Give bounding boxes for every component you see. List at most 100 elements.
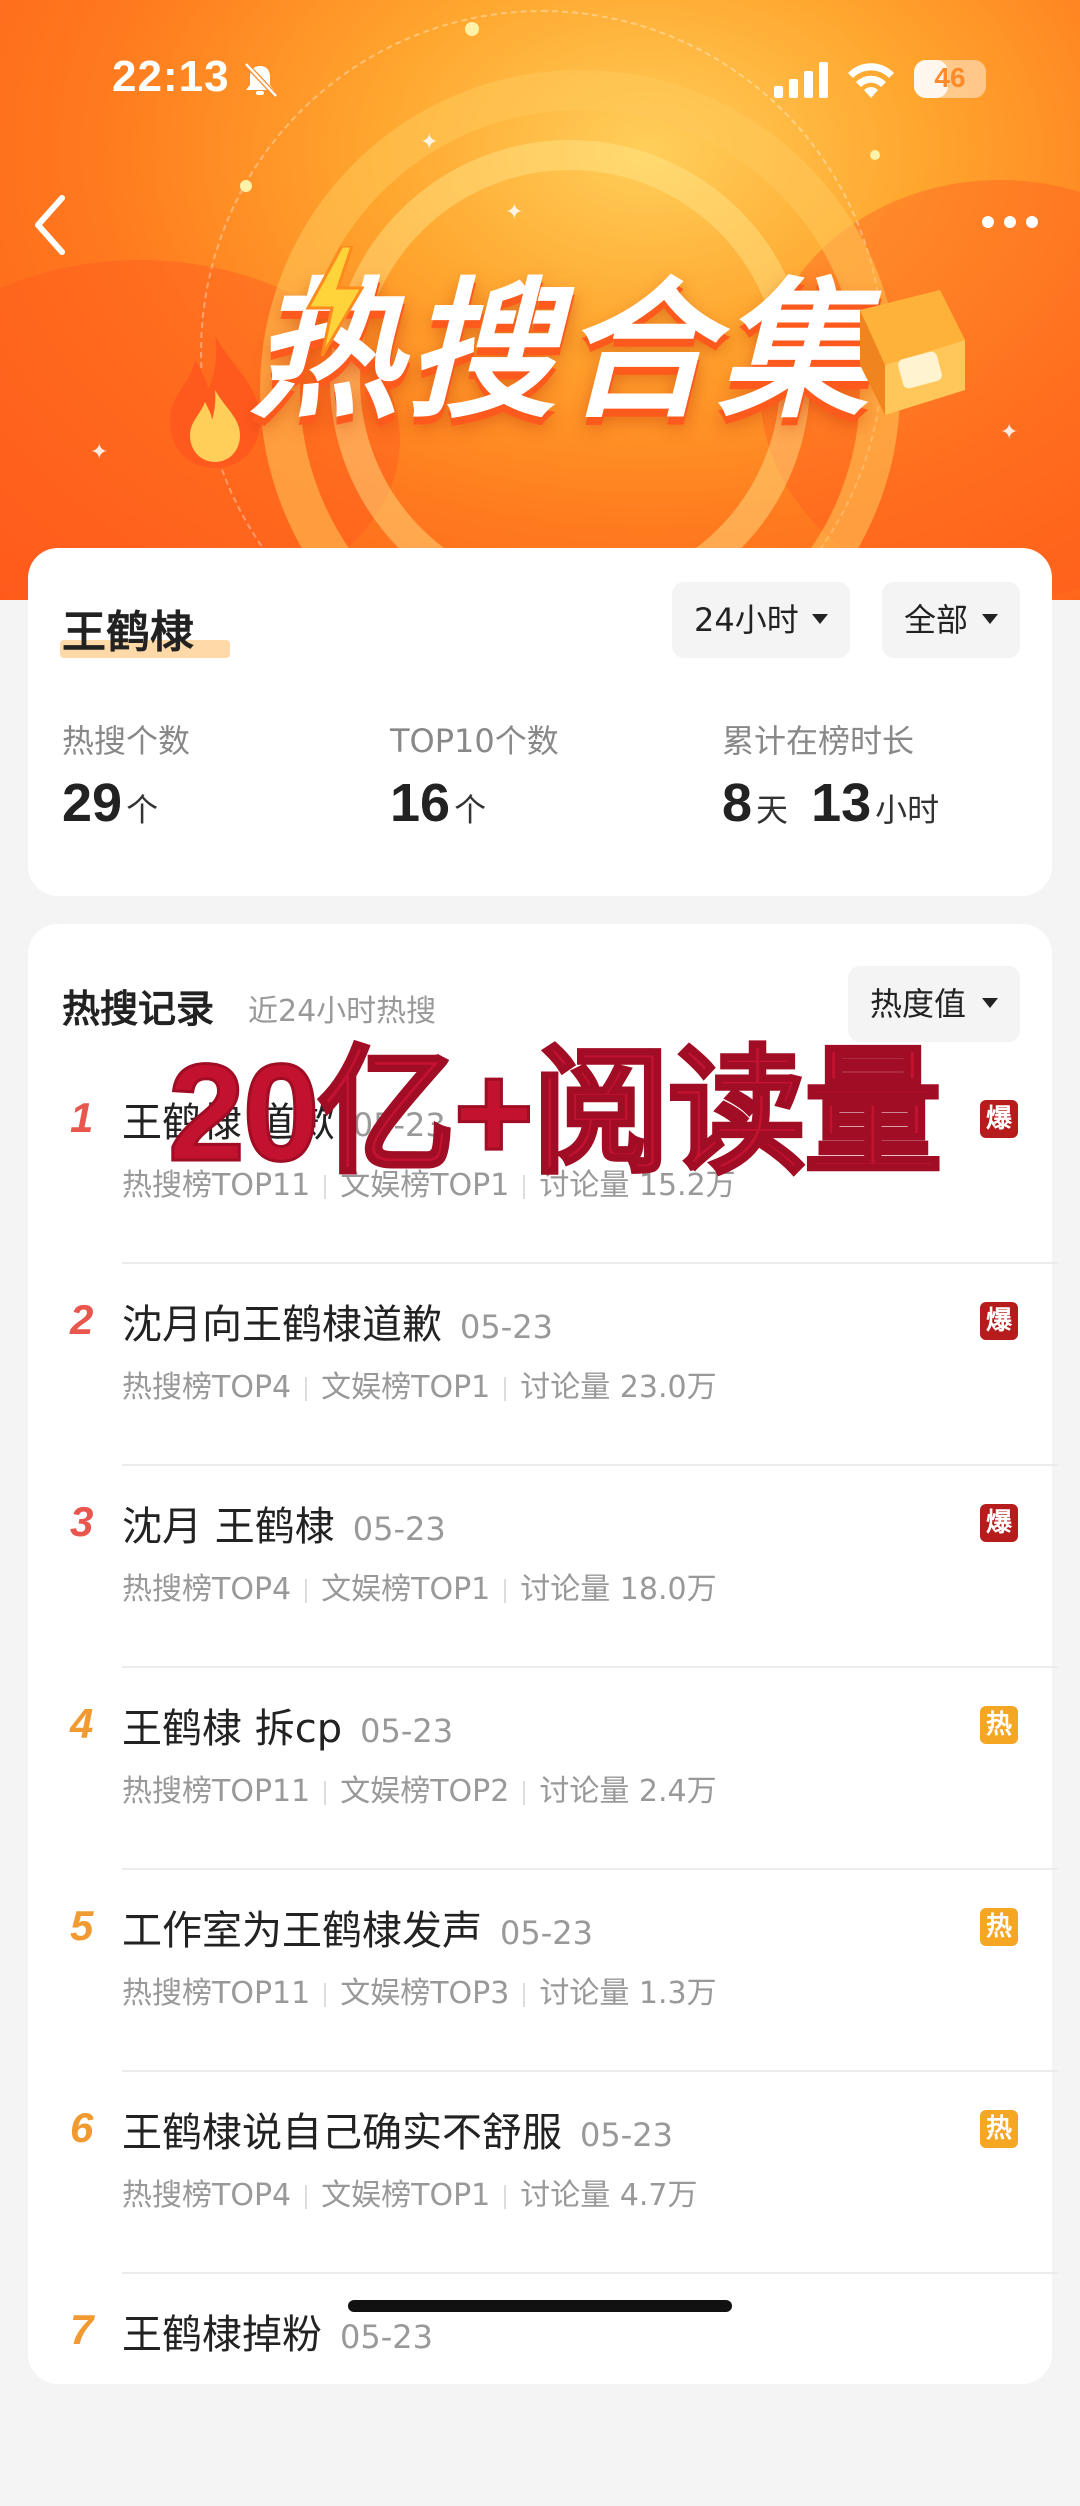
item-date: 05-23 xyxy=(580,2116,673,2154)
rank-number: 7 xyxy=(70,2306,94,2353)
banner-dot xyxy=(465,22,479,36)
stat-value: 8天 13 小时 xyxy=(722,773,940,833)
row-divider xyxy=(122,1868,1058,1870)
summary-card: 王鹤棣 24小时 全部 热搜个数 29 个 TOP10个数 16 个 累计在榜时长 … xyxy=(28,548,1052,896)
battery-level: 46 xyxy=(934,62,966,93)
meta-field: 讨论量 23.0万 xyxy=(520,1370,717,1405)
list-item[interactable]: 3 沈月 王鹤棣 05-23 热搜榜TOP4 文娱榜TOP1 讨论量 18.0万 爆 xyxy=(28,1498,1058,1698)
overlay-caption: 20亿+阅读量 xyxy=(166,1035,943,1192)
rank-number: 6 xyxy=(70,2104,94,2151)
sparkle-icon: ✦ xyxy=(505,200,524,225)
meta-separator xyxy=(523,1780,526,1805)
meta-field: 文娱榜TOP1 xyxy=(321,2178,491,2213)
item-title: 王鹤棣说自己确实不舒服 05-23 xyxy=(122,2110,673,2156)
list-item[interactable]: 6 王鹤棣说自己确实不舒服 05-23 热搜榜TOP4 文娱榜TOP1 讨论量 4.7万 热 xyxy=(28,2104,1058,2304)
meta-separator xyxy=(523,1982,526,2007)
time-range-dropdown[interactable]: 24小时 xyxy=(672,582,850,658)
meta-field: 文娱榜TOP2 xyxy=(340,1774,510,1809)
meta-field: 热搜榜TOP4 xyxy=(122,1370,292,1405)
list-item[interactable]: 4 王鹤棣 拆cp 05-23 热搜榜TOP11 文娱榜TOP2 讨论量 2.4万 热 xyxy=(28,1700,1058,1900)
wifi-icon xyxy=(848,63,894,98)
meta-field: 文娱榜TOP3 xyxy=(340,1976,510,2011)
caret-down-icon xyxy=(982,998,998,1008)
stat-value: 16 个 xyxy=(390,773,487,833)
boom-badge: 爆 xyxy=(980,1100,1018,1138)
home-indicator[interactable] xyxy=(348,2300,732,2312)
meta-field: 热搜榜TOP4 xyxy=(122,1572,292,1607)
hot-badge: 热 xyxy=(980,1706,1018,1744)
item-date: 05-23 xyxy=(340,2318,433,2356)
stat-label: 累计在榜时长 xyxy=(722,722,915,760)
meta-separator xyxy=(324,1982,327,2007)
stat-value: 29 个 xyxy=(62,773,159,833)
boom-badge: 爆 xyxy=(980,1504,1018,1542)
more-options-icon[interactable] xyxy=(980,210,1040,234)
sparkle-icon: ✦ xyxy=(420,130,439,155)
item-meta: 热搜榜TOP11 文娱榜TOP2 讨论量 2.4万 xyxy=(122,1766,717,1810)
item-meta: 热搜榜TOP4 文娱榜TOP1 讨论量 4.7万 xyxy=(122,2170,698,2214)
meta-field: 讨论量 1.3万 xyxy=(539,1976,717,2011)
meta-field: 热搜榜TOP11 xyxy=(122,1976,311,2011)
hot-badge: 热 xyxy=(980,2110,1018,2148)
list-item[interactable]: 5 工作室为王鹤棣发声 05-23 热搜榜TOP11 文娱榜TOP3 讨论量 1.3万 热 xyxy=(28,1902,1058,2102)
bell-muted-icon xyxy=(244,62,278,98)
meta-separator xyxy=(504,1578,507,1603)
meta-separator xyxy=(305,2184,308,2209)
item-meta: 热搜榜TOP4 文娱榜TOP1 讨论量 18.0万 xyxy=(122,1564,717,1608)
stat-label: TOP10个数 xyxy=(390,722,559,760)
item-meta: 热搜榜TOP11 文娱榜TOP3 讨论量 1.3万 xyxy=(122,1968,717,2012)
item-date: 05-23 xyxy=(352,1510,446,1548)
rank-number: 1 xyxy=(70,1094,94,1141)
battery-icon: 46 xyxy=(914,60,986,98)
row-divider xyxy=(122,1262,1058,1264)
signal-icon xyxy=(774,62,828,98)
hot-badge: 热 xyxy=(980,1908,1018,1946)
list-item[interactable]: 2 沈月向王鹤棣道歉 05-23 热搜榜TOP4 文娱榜TOP1 讨论量 23.0万 爆 xyxy=(28,1296,1058,1496)
item-title: 沈月向王鹤棣道歉 05-23 xyxy=(122,1302,553,1348)
time-range-label: 24小时 xyxy=(694,601,799,639)
meta-separator xyxy=(305,1376,308,1401)
item-date: 05-23 xyxy=(460,1308,553,1346)
rank-number: 4 xyxy=(70,1700,94,1747)
row-divider xyxy=(122,2272,1058,2274)
lightning-bolt-icon xyxy=(305,246,365,356)
header-banner: ✦ ✦ ✦ ✦ 22:13 46 热搜合集 xyxy=(0,0,1080,600)
rank-number: 5 xyxy=(70,1902,94,1949)
row-divider xyxy=(122,2070,1058,2072)
gift-box-icon xyxy=(860,290,965,415)
meta-field: 热搜榜TOP11 xyxy=(122,1774,311,1809)
scope-dropdown[interactable]: 全部 xyxy=(882,582,1020,658)
banner-dot xyxy=(240,180,252,192)
meta-field: 文娱榜TOP1 xyxy=(321,1572,491,1607)
item-title: 沈月 王鹤棣 05-23 xyxy=(122,1504,446,1550)
row-divider xyxy=(122,1666,1058,1668)
caret-down-icon xyxy=(982,614,998,624)
scope-label: 全部 xyxy=(904,601,969,639)
meta-separator xyxy=(504,1376,507,1401)
meta-field: 文娱榜TOP1 xyxy=(321,1370,491,1405)
back-arrow-icon[interactable] xyxy=(30,190,70,260)
item-date: 05-23 xyxy=(500,1914,593,1952)
rank-number: 3 xyxy=(70,1498,94,1545)
meta-separator xyxy=(305,1578,308,1603)
item-meta: 热搜榜TOP4 文娱榜TOP1 讨论量 23.0万 xyxy=(122,1362,717,1406)
meta-field: 讨论量 2.4万 xyxy=(539,1774,717,1809)
banner-dot xyxy=(870,150,880,160)
status-bar: 22:13 46 xyxy=(0,40,1080,120)
rank-number: 2 xyxy=(70,1296,94,1343)
meta-field: 热搜榜TOP4 xyxy=(122,2178,292,2213)
caret-down-icon xyxy=(812,614,828,624)
item-date: 05-23 xyxy=(360,1712,454,1750)
list-item[interactable]: 7 王鹤棣掉粉 05-23 xyxy=(28,2306,1052,2506)
item-title: 王鹤棣 拆cp 05-23 xyxy=(122,1706,454,1752)
sparkle-icon: ✦ xyxy=(90,440,109,465)
meta-separator xyxy=(504,2184,507,2209)
stat-label: 热搜个数 xyxy=(62,722,191,760)
item-title: 工作室为王鹤棣发声 05-23 xyxy=(122,1908,593,1954)
celebrity-name: 王鹤棣 xyxy=(62,607,194,658)
row-divider xyxy=(122,1464,1058,1466)
meta-separator xyxy=(324,1780,327,1805)
status-time: 22:13 xyxy=(112,52,230,101)
meta-field: 讨论量 4.7万 xyxy=(520,2178,698,2213)
meta-field: 讨论量 18.0万 xyxy=(520,1572,717,1607)
